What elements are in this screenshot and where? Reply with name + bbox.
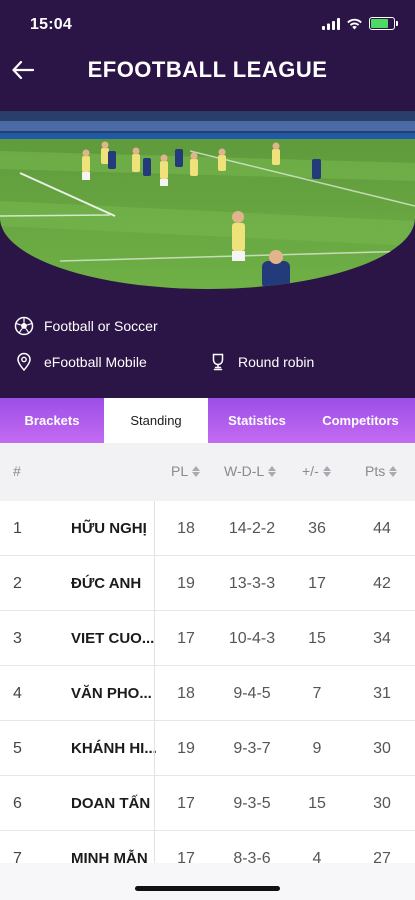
row-team: HỮU NGHỊ xyxy=(71,520,147,537)
row-pts: 30 xyxy=(373,794,391,812)
battery-level xyxy=(371,19,388,28)
cellular-signal-icon xyxy=(322,17,340,30)
standings-table-header: # PL W-D-L +/- Pts xyxy=(0,443,415,501)
row-rank: 6 xyxy=(13,794,22,812)
header: 15:04 EFOOTBALL LEAGUE Football or Socce… xyxy=(0,0,415,398)
column-rank-label: # xyxy=(13,463,21,479)
column-divider xyxy=(154,501,155,863)
row-pl: 17 xyxy=(177,629,195,647)
tab-statistics[interactable]: Statistics xyxy=(208,398,306,443)
column-pts-label: Pts xyxy=(365,463,386,479)
column-pl-label: PL xyxy=(171,463,189,479)
row-rank: 4 xyxy=(13,684,22,702)
tab-competitors[interactable]: Competitors xyxy=(306,398,415,443)
battery-icon xyxy=(369,17,398,30)
row-team: VĂN PHO... xyxy=(71,685,152,702)
row-pts: 30 xyxy=(373,739,391,757)
row-pts: 34 xyxy=(373,629,391,647)
row-pl: 18 xyxy=(177,519,195,537)
table-row[interactable]: 3 VIET CUO... 17 10-4-3 15 34 xyxy=(0,611,415,666)
column-pl[interactable]: PL xyxy=(171,463,201,479)
row-diff: 9 xyxy=(312,739,322,757)
row-pl: 19 xyxy=(177,574,195,592)
table-row[interactable]: 2 ĐỨC ANH 19 13-3-3 17 42 xyxy=(0,556,415,611)
back-button[interactable] xyxy=(10,57,36,83)
column-pts[interactable]: Pts xyxy=(365,463,398,479)
tab-brackets[interactable]: Brackets xyxy=(0,398,104,443)
status-icons xyxy=(322,17,398,30)
row-wdl: 8-3-6 xyxy=(233,849,271,864)
row-team: MINH MẪN xyxy=(71,850,148,863)
row-wdl: 10-4-3 xyxy=(228,629,276,647)
row-rank: 7 xyxy=(13,849,22,864)
row-pts: 27 xyxy=(373,849,391,864)
info-game: eFootball Mobile xyxy=(14,352,147,372)
row-diff: 36 xyxy=(308,519,326,537)
row-diff: 15 xyxy=(308,794,326,812)
column-diff-label: +/- xyxy=(302,463,319,479)
row-wdl: 13-3-3 xyxy=(228,574,276,592)
row-pts: 31 xyxy=(373,684,391,702)
row-wdl: 9-3-7 xyxy=(233,739,271,757)
row-rank: 2 xyxy=(13,574,22,592)
info-format: Round robin xyxy=(208,352,314,372)
row-pl: 19 xyxy=(177,739,195,757)
row-diff: 7 xyxy=(312,684,322,702)
game-label: eFootball Mobile xyxy=(44,354,147,370)
row-pl: 18 xyxy=(177,684,195,702)
sport-label: Football or Soccer xyxy=(44,318,158,334)
table-row[interactable]: 5 KHÁNH HI... 19 9-3-7 9 30 xyxy=(0,721,415,776)
row-diff: 4 xyxy=(312,849,322,864)
row-team: DOAN TẤN xyxy=(71,795,151,812)
sort-icon xyxy=(389,465,398,477)
row-team: VIET CUO... xyxy=(71,630,155,647)
tab-standing[interactable]: Standing xyxy=(104,398,208,443)
row-rank: 3 xyxy=(13,629,22,647)
standings-table-body: 1 HỮU NGHỊ 18 14-2-2 36 44 2 ĐỨC ANH 19 … xyxy=(0,501,415,863)
wifi-icon xyxy=(347,18,362,29)
sort-icon xyxy=(268,465,277,477)
info-sport: Football or Soccer xyxy=(14,316,158,336)
hero-image xyxy=(0,111,415,289)
row-rank: 1 xyxy=(13,519,22,537)
soccer-ball-icon xyxy=(14,316,34,336)
location-pin-icon xyxy=(17,352,31,372)
column-wdl[interactable]: W-D-L xyxy=(224,463,277,479)
row-pl: 17 xyxy=(177,849,195,864)
table-row[interactable]: 4 VĂN PHO... 18 9-4-5 7 31 xyxy=(0,666,415,721)
row-team: ĐỨC ANH xyxy=(71,575,142,592)
sort-icon xyxy=(322,465,331,477)
column-wdl-label: W-D-L xyxy=(224,463,265,479)
column-diff[interactable]: +/- xyxy=(302,463,331,479)
row-wdl: 14-2-2 xyxy=(228,519,276,537)
trophy-icon xyxy=(212,353,224,371)
page-title: EFOOTBALL LEAGUE xyxy=(87,57,328,82)
bottom-safe-area xyxy=(0,863,415,900)
row-team: KHÁNH HI... xyxy=(71,740,157,757)
arrow-left-icon xyxy=(12,61,34,79)
format-label: Round robin xyxy=(238,354,315,370)
row-diff: 17 xyxy=(308,574,326,592)
row-pts: 44 xyxy=(373,519,391,537)
row-rank: 5 xyxy=(13,739,22,757)
status-time: 15:04 xyxy=(30,16,72,33)
home-indicator[interactable] xyxy=(135,886,280,891)
sort-icon xyxy=(192,465,201,477)
table-row[interactable]: 6 DOAN TẤN 17 9-3-5 15 30 xyxy=(0,776,415,831)
table-row[interactable]: 1 HỮU NGHỊ 18 14-2-2 36 44 xyxy=(0,501,415,556)
status-bar: 15:04 xyxy=(0,0,415,50)
row-diff: 15 xyxy=(308,629,326,647)
table-row[interactable]: 7 MINH MẪN 17 8-3-6 4 27 xyxy=(0,831,415,864)
column-rank: # xyxy=(13,463,21,479)
row-wdl: 9-3-5 xyxy=(233,794,271,812)
row-pl: 17 xyxy=(177,794,195,812)
tab-bar: Brackets Standing Statistics Competitors xyxy=(0,398,415,443)
row-wdl: 9-4-5 xyxy=(233,684,271,702)
football-pitch-image xyxy=(0,111,415,289)
row-pts: 42 xyxy=(373,574,391,592)
